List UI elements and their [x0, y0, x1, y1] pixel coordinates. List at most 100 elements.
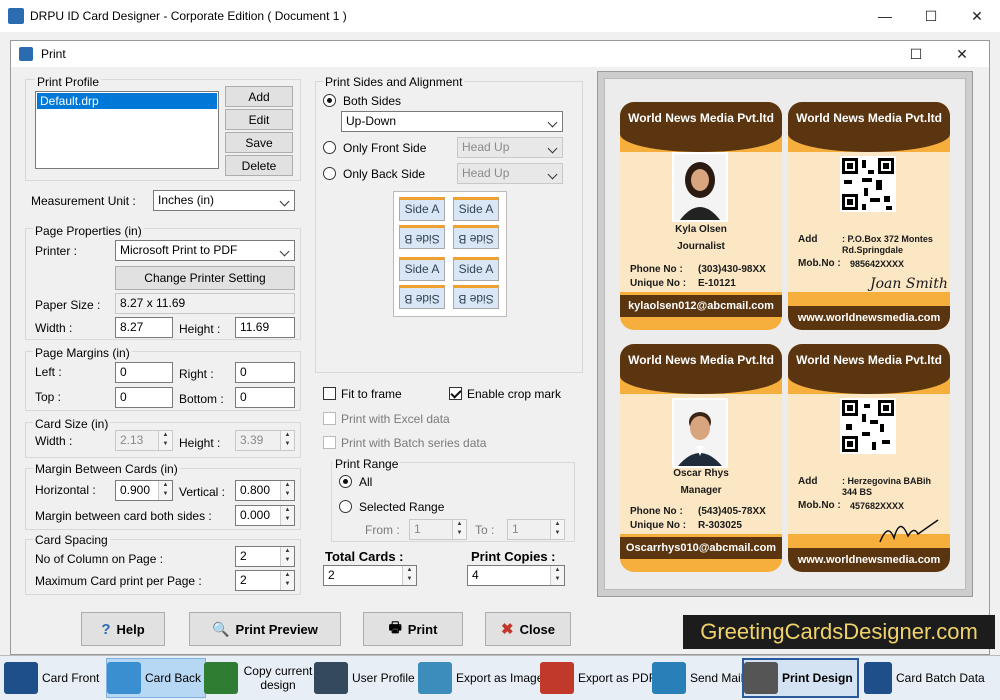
front-side-select[interactable]: Head Up [457, 137, 563, 158]
spinner-arrows-icon[interactable]: ▲ ▼ [550, 520, 564, 539]
card-mobile: 457682XXXX [850, 501, 905, 511]
profile-list[interactable]: Default.drp [35, 91, 219, 169]
spinner-arrows-icon[interactable]: ▲ ▼ [280, 481, 294, 500]
layout-side-a: Side A [399, 197, 445, 221]
margin-right-field[interactable]: 0 [235, 362, 295, 383]
card-front-2: World News Media Pvt.ltd Oscar Rhys Mana… [620, 344, 782, 572]
export-image-icon [418, 662, 452, 694]
card-address-label: Add [798, 476, 818, 487]
qr-code-icon [840, 398, 896, 454]
dialog-title-bar: Print ☐ ✕ [11, 41, 989, 67]
both-sides-margin-spinner[interactable]: 0.000 ▲ ▼ [235, 505, 295, 526]
card-body: Add : Herzegovina BABih 344 BS Mob.No : … [788, 394, 950, 543]
batch-data-label: Print with Batch series data [341, 436, 487, 450]
horizontal-spinner[interactable]: 0.900 ▲ ▼ [115, 480, 173, 501]
range-selected-label: Selected Range [359, 500, 445, 514]
spinner-arrows-icon[interactable]: ▲ ▼ [550, 566, 564, 585]
toolbar-export-image[interactable]: Export as Image [418, 658, 543, 698]
margin-top-field[interactable]: 0 [115, 387, 173, 408]
margin-left-field[interactable]: 0 [115, 362, 173, 383]
help-button[interactable]: ? Help [81, 612, 165, 646]
dialog-title: Print [41, 47, 66, 61]
printer-icon: 🖶 [388, 619, 402, 635]
back-side-select[interactable]: Head Up [457, 163, 563, 184]
app-title-bar: DRPU ID Card Designer - Corporate Editio… [0, 0, 1000, 32]
dialog-close-icon[interactable]: ✕ [939, 38, 985, 70]
print-copies-spinner[interactable]: 4 ▲ ▼ [467, 565, 565, 586]
dialog-maximize-icon[interactable]: ☐ [893, 38, 939, 70]
card-email: kylaolsen012@abcmail.com [620, 295, 782, 317]
close-icon[interactable]: ✕ [954, 0, 1000, 32]
card-unique: R-303025 [698, 520, 742, 531]
range-all-radio[interactable] [339, 475, 352, 488]
columns-spinner[interactable]: 2 ▲ ▼ [235, 546, 295, 567]
excel-data-label: Print with Excel data [341, 412, 450, 426]
card-company: World News Media Pvt.ltd [620, 102, 782, 152]
delete-profile-button[interactable]: Delete [225, 155, 293, 176]
toolbar-print-design[interactable]: Print Design [742, 658, 859, 698]
toolbar-send-mail[interactable]: Send Mail [652, 658, 743, 698]
batch-data-checkbox[interactable] [323, 436, 336, 449]
height-label: Height : [179, 322, 221, 336]
measurement-label: Measurement Unit : [31, 194, 136, 208]
toolbar-export-pdf[interactable]: Export as PDF [540, 658, 656, 698]
maximize-icon[interactable]: ☐ [908, 0, 954, 32]
toolbar-copy-design[interactable]: Copy current design [204, 658, 314, 698]
card-size-label: Card Size (in) [33, 417, 111, 431]
front-side-radio[interactable] [323, 141, 336, 154]
page-width-field[interactable]: 8.27 [115, 317, 173, 338]
paper-size-field[interactable]: 8.27 x 11.69 [115, 293, 295, 314]
add-profile-button[interactable]: Add [225, 86, 293, 107]
page-height-field[interactable]: 11.69 [235, 317, 295, 338]
range-selected-radio[interactable] [339, 500, 352, 513]
toolbar-card-back[interactable]: Card Back [106, 658, 207, 698]
margin-bottom-field[interactable]: 0 [235, 387, 295, 408]
spinner-arrows-icon[interactable]: ▲ ▼ [402, 566, 416, 585]
minimize-icon[interactable]: — [862, 0, 908, 32]
close-button-label: Close [519, 621, 555, 637]
card-front-icon [4, 662, 38, 694]
dialog-icon [19, 47, 33, 61]
print-preview-button[interactable]: 🔍 Print Preview [189, 612, 341, 646]
range-to-spinner[interactable]: 1 ▲ ▼ [507, 519, 565, 540]
crop-mark-checkbox[interactable] [449, 387, 462, 400]
layout-side-a: Side A [399, 257, 445, 281]
total-cards-spinner[interactable]: 2 ▲ ▼ [323, 565, 417, 586]
spinner-arrows-icon[interactable]: ▲ ▼ [158, 431, 172, 450]
close-button[interactable]: ✖ Close [485, 612, 571, 646]
copy-design-icon [204, 662, 238, 694]
card-back-icon [107, 662, 141, 694]
both-sides-radio[interactable] [323, 94, 336, 107]
max-cards-spinner[interactable]: 2 ▲ ▼ [235, 570, 295, 591]
card-width-spinner[interactable]: 2.13 ▲ ▼ [115, 430, 173, 451]
spinner-arrows-icon[interactable]: ▲ ▼ [158, 481, 172, 500]
print-range-label: Print Range [333, 457, 401, 471]
edit-profile-button[interactable]: Edit [225, 109, 293, 130]
save-profile-button[interactable]: Save [225, 132, 293, 153]
excel-data-checkbox[interactable] [323, 412, 336, 425]
measurement-select[interactable]: Inches (in) [153, 190, 295, 211]
change-printer-button[interactable]: Change Printer Setting [115, 266, 295, 290]
both-sides-select[interactable]: Up-Down [341, 111, 563, 132]
spinner-arrows-icon[interactable]: ▲ ▼ [280, 571, 294, 590]
spinner-arrows-icon[interactable]: ▲ ▼ [280, 547, 294, 566]
horizontal-value: 0.900 [120, 483, 151, 497]
layout-side-a: Side A [453, 197, 499, 221]
fit-to-frame-checkbox[interactable] [323, 387, 336, 400]
page-margins-label: Page Margins (in) [33, 346, 132, 360]
toolbar-user-profile[interactable]: User Profile [314, 658, 415, 698]
card-height-spinner[interactable]: 3.39 ▲ ▼ [235, 430, 295, 451]
printer-select[interactable]: Microsoft Print to PDF [115, 240, 295, 261]
spinner-arrows-icon[interactable]: ▲ ▼ [280, 431, 294, 450]
spinner-arrows-icon[interactable]: ▲ ▼ [280, 506, 294, 525]
toolbar-card-front[interactable]: Card Front [4, 658, 99, 698]
range-from-spinner[interactable]: 1 ▲ ▼ [409, 519, 467, 540]
crop-mark-label: Enable crop mark [467, 387, 562, 401]
spinner-arrows-icon[interactable]: ▲ ▼ [452, 520, 466, 539]
back-side-radio[interactable] [323, 167, 336, 180]
vertical-spinner[interactable]: 0.800 ▲ ▼ [235, 480, 295, 501]
person-photo-icon [672, 152, 728, 222]
profile-item[interactable]: Default.drp [37, 93, 217, 109]
print-button[interactable]: 🖶 Print [363, 612, 463, 646]
toolbar-card-batch[interactable]: Card Batch Data [864, 658, 985, 698]
